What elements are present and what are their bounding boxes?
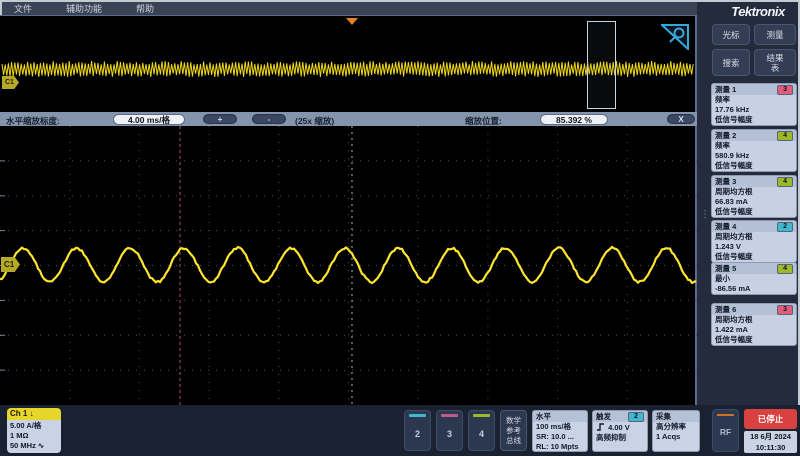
math-ref-bus-button[interactable]: 数学 参考 总线 [500,410,527,451]
measurement-warning: 低信号幅度 [712,207,796,217]
channel1-badge[interactable]: Ch 1 ↓ 5.00 A/格 1 MΩ 50 MHz ∿ [7,408,61,453]
menu-file[interactable]: 文件 [14,2,32,15]
measurement-2-panel[interactable]: 测量 2 4 频率 580.9 kHz 低信号幅度 [711,129,797,172]
acquisition-title: 采集 [656,411,671,422]
measurement-5-panel[interactable]: 测量 5 4 最小 -86.56 mA [711,262,797,295]
sidebar-drag-handle[interactable]: ⋮ [700,210,710,219]
trigger-title: 触发 [596,411,611,422]
zoom-scale-value[interactable]: 4.00 ms/格 [113,114,185,125]
channel2-button[interactable]: 2 [404,410,431,451]
status-bar: Ch 1 ↓ 5.00 A/格 1 MΩ 50 MHz ∿ 2 3 4 数学 参… [0,405,800,456]
trigger-panel[interactable]: 触发 2 4.00 V 高频抑制 [592,410,648,452]
channel2-label: 2 [405,429,430,439]
source-badge: 4 [777,177,793,187]
tektronix-logo: Tektronix [718,4,798,18]
horizontal-panel[interactable]: 水平 100 ms/格 SR: 10.0 ... RL: 10 Mpts [532,410,588,452]
acquisition-mode: 高分辨率 [653,422,699,432]
rf-label: RF [713,427,738,437]
measurement-type: 周期均方根 [712,232,796,242]
channel2-color-bar [409,414,426,417]
rising-edge-icon [596,422,606,432]
main-graticule: C1 [0,126,697,405]
source-badge: 3 [777,85,793,95]
zoom-out-button[interactable]: - [252,114,286,124]
acquisition-overview: C1 [0,15,697,112]
measurement-value: 17.76 kHz [712,105,796,115]
rf-color-bar [717,414,734,416]
zoom-mode-icon[interactable] [661,24,689,50]
acquisition-panel[interactable]: 采集 高分辨率 1 Acqs [652,410,700,452]
channel3-button[interactable]: 3 [436,410,463,451]
date-text: 18 6月 2024 [744,431,797,442]
run-stop-status[interactable]: 已停止 [744,409,797,429]
trigger-source-badge: 2 [628,412,644,422]
measurement-type: 频率 [712,95,796,105]
measurement-warning: 低信号幅度 [712,335,796,345]
measurement-title: 测量 5 [715,263,736,274]
measurement-warning: 低信号幅度 [712,252,796,262]
measurement-value: -86.56 mA [712,284,796,294]
rf-button[interactable]: RF [712,409,739,452]
menu-utility[interactable]: 辅助功能 [66,2,102,15]
measurement-title: 测量 3 [715,176,736,187]
datetime-display: 18 6月 2024 10:11:30 [744,431,797,453]
measurement-title: 测量 2 [715,130,736,141]
source-badge: 4 [777,264,793,274]
measurement-type: 周期均方根 [712,315,796,325]
measurement-type: 频率 [712,141,796,151]
trigger-position-icon[interactable] [346,18,358,25]
measurement-value: 1.422 mA [712,325,796,335]
measurement-type: 最小 [712,274,796,284]
trigger-coupling: 高频抑制 [593,433,647,443]
arrow-down-icon: ↓ [30,409,34,418]
zoom-close-button[interactable]: X [667,114,695,124]
horizontal-scale: 100 ms/格 [533,422,587,432]
measurement-title: 测量 6 [715,304,736,315]
channel4-button[interactable]: 4 [468,410,495,451]
zoom-position-value[interactable]: 85.392 % [540,114,608,125]
zoom-window-box[interactable] [587,21,616,109]
search-button[interactable]: 搜索 [712,49,750,76]
channel1-impedance: 1 MΩ [10,431,58,441]
channel4-label: 4 [469,429,494,439]
results-table-button[interactable]: 结果 表 [754,49,796,76]
channel4-color-bar [473,414,490,417]
record-length: RL: 10 Mpts [533,442,587,452]
oscilloscope-screen: 文件 辅助功能 帮助 Tektronix C1 水平缩放标度: 4.00 ms/… [0,0,800,456]
acquisition-count: 1 Acqs [653,432,699,442]
channel3-color-bar [441,414,458,417]
measurement-value: 1.243 V [712,242,796,252]
zoom-toolbar: 水平缩放标度: 4.00 ms/格 + - (25x 缩放) 缩放位置: 85.… [0,112,697,126]
measurement-6-panel[interactable]: 测量 6 3 周期均方根 1.422 mA 低信号幅度 [711,303,797,346]
measurement-title: 测量 1 [715,84,736,95]
menu-bar: 文件 辅助功能 帮助 [2,2,697,15]
measurement-title: 测量 4 [715,221,736,232]
source-badge: 3 [777,305,793,315]
measurement-value: 580.9 kHz [712,151,796,161]
measurement-type: 周期均方根 [712,187,796,197]
measurement-value: 66.83 mA [712,197,796,207]
sample-rate: SR: 10.0 ... [533,432,587,442]
measure-button[interactable]: 测量 [754,24,796,45]
channel1-bandwidth: 50 MHz ∿ [10,441,58,451]
menu-help[interactable]: 帮助 [136,2,154,15]
channel1-scale: 5.00 A/格 [10,421,58,431]
measurement-warning: 低信号幅度 [712,161,796,171]
source-badge: 4 [777,131,793,141]
source-badge: 2 [777,222,793,232]
channel3-label: 3 [437,429,462,439]
cursors-button[interactable]: 光标 [712,24,750,45]
trigger-level: 4.00 V [608,423,630,432]
measurement-warning: 低信号幅度 [712,115,796,125]
measurement-3-panel[interactable]: 测量 3 4 周期均方根 66.83 mA 低信号幅度 [711,175,797,218]
measurement-4-panel[interactable]: 测量 4 2 周期均方根 1.243 V 低信号幅度 [711,220,797,263]
zoom-in-button[interactable]: + [203,114,237,124]
channel1-label: Ch 1 [10,409,27,418]
horizontal-title: 水平 [536,411,551,422]
measurement-1-panel[interactable]: 测量 1 3 频率 17.76 kHz 低信号幅度 [711,83,797,126]
time-text: 10:11:30 [744,442,797,453]
